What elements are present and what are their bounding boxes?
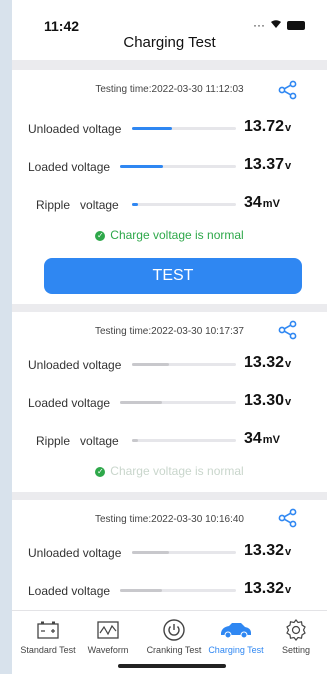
- voltage-bar: [132, 127, 236, 130]
- voltage-value: 34mV: [244, 430, 280, 447]
- voltage-bar-fill: [132, 127, 172, 130]
- waveform-icon: [97, 621, 119, 639]
- gear-icon: [286, 619, 306, 641]
- voltage-bar-fill: [132, 439, 139, 442]
- voltage-bar-fill: [132, 551, 170, 554]
- voltage-bar: [120, 401, 236, 404]
- voltage-bar: [120, 165, 236, 168]
- voltage-bar-fill: [132, 203, 139, 206]
- row-label: Ripple voltage: [36, 198, 119, 212]
- home-indicator: [118, 664, 226, 668]
- row-label: Ripple voltage: [36, 434, 119, 448]
- ripple-voltage-row: Ripple voltage 34mV: [12, 430, 327, 454]
- voltage-bar: [120, 589, 236, 592]
- row-label: Unloaded voltage: [28, 122, 122, 136]
- unloaded-voltage-row: Unloaded voltage 13.32v: [12, 354, 327, 378]
- voltage-bar-fill: [120, 589, 162, 592]
- tab-label: Charging Test: [208, 645, 264, 655]
- tab-bar: Standard Test Waveform Cranking Test Cha…: [12, 610, 327, 674]
- wifi-icon: [269, 18, 283, 32]
- unloaded-voltage-row: Unloaded voltage 13.72v: [12, 118, 327, 142]
- loaded-voltage-row: Loaded voltage 13.32v: [12, 580, 327, 604]
- row-label: Loaded voltage: [28, 160, 111, 174]
- check-icon: ✓: [95, 467, 106, 477]
- voltage-value: 13.32v: [244, 542, 292, 559]
- voltage-bar: [132, 203, 236, 206]
- status-time: 11:42: [44, 18, 80, 34]
- tab-label: Setting: [281, 645, 311, 655]
- tab-setting[interactable]: Setting: [264, 617, 327, 655]
- voltage-bar: [132, 363, 236, 366]
- page-title: Charging Test: [123, 34, 216, 51]
- share-icon[interactable]: [278, 508, 298, 528]
- unloaded-voltage-row: Unloaded voltage 13.32v: [12, 542, 327, 566]
- voltage-bar-fill: [132, 363, 170, 366]
- voltage-bar: [132, 551, 236, 554]
- row-label: Unloaded voltage: [28, 546, 122, 560]
- tab-standard-test[interactable]: Standard Test: [16, 617, 80, 655]
- tab-label: Waveform: [87, 645, 129, 655]
- test-result-card: Testing time:2022-03-30 11:12:03 Unloade…: [12, 70, 327, 304]
- test-button[interactable]: TEST: [44, 258, 302, 294]
- phone-screen: 11:42 ··· Charging Test Testing time:202…: [12, 0, 327, 674]
- share-icon[interactable]: [278, 320, 298, 340]
- tab-label: Cranking Test: [146, 645, 202, 655]
- voltage-value: 13.37v: [244, 156, 292, 173]
- charge-status: ✓ Charge voltage is normal: [95, 228, 244, 242]
- share-icon[interactable]: [278, 80, 298, 100]
- voltage-value: 13.32v: [244, 354, 292, 371]
- tab-cranking-test[interactable]: Cranking Test: [142, 617, 206, 655]
- divider: [12, 60, 327, 70]
- tab-charging-test[interactable]: Charging Test: [204, 617, 268, 655]
- voltage-value: 34mV: [244, 194, 280, 211]
- more-icon: ···: [253, 18, 265, 32]
- charge-status: ✓ Charge voltage is normal: [95, 464, 244, 478]
- loaded-voltage-row: Loaded voltage 13.30v: [12, 392, 327, 416]
- tab-waveform[interactable]: Waveform: [76, 617, 140, 655]
- voltage-value: 13.32v: [244, 580, 292, 597]
- row-label: Unloaded voltage: [28, 358, 122, 372]
- voltage-bar-fill: [120, 401, 162, 404]
- divider: [12, 492, 327, 500]
- check-icon: ✓: [95, 231, 106, 241]
- status-icons: ···: [253, 18, 305, 32]
- voltage-bar: [132, 439, 236, 442]
- voltage-bar-fill: [120, 165, 163, 168]
- divider: [12, 304, 327, 312]
- nav-bar: Charging Test: [12, 34, 327, 60]
- voltage-value: 13.30v: [244, 392, 292, 409]
- tab-label: Standard Test: [20, 645, 76, 655]
- power-icon: [163, 619, 185, 641]
- row-label: Loaded voltage: [28, 396, 111, 410]
- car-icon: [221, 623, 251, 639]
- history-result-card: Testing time:2022-03-30 10:17:37 Unloade…: [12, 312, 327, 492]
- battery-status-icon: [287, 20, 305, 30]
- voltage-value: 13.72v: [244, 118, 292, 135]
- ripple-voltage-row: Ripple voltage 34mV: [12, 194, 327, 218]
- battery-icon: [37, 621, 59, 639]
- row-label: Loaded voltage: [28, 584, 111, 598]
- loaded-voltage-row: Loaded voltage 13.37v: [12, 156, 327, 180]
